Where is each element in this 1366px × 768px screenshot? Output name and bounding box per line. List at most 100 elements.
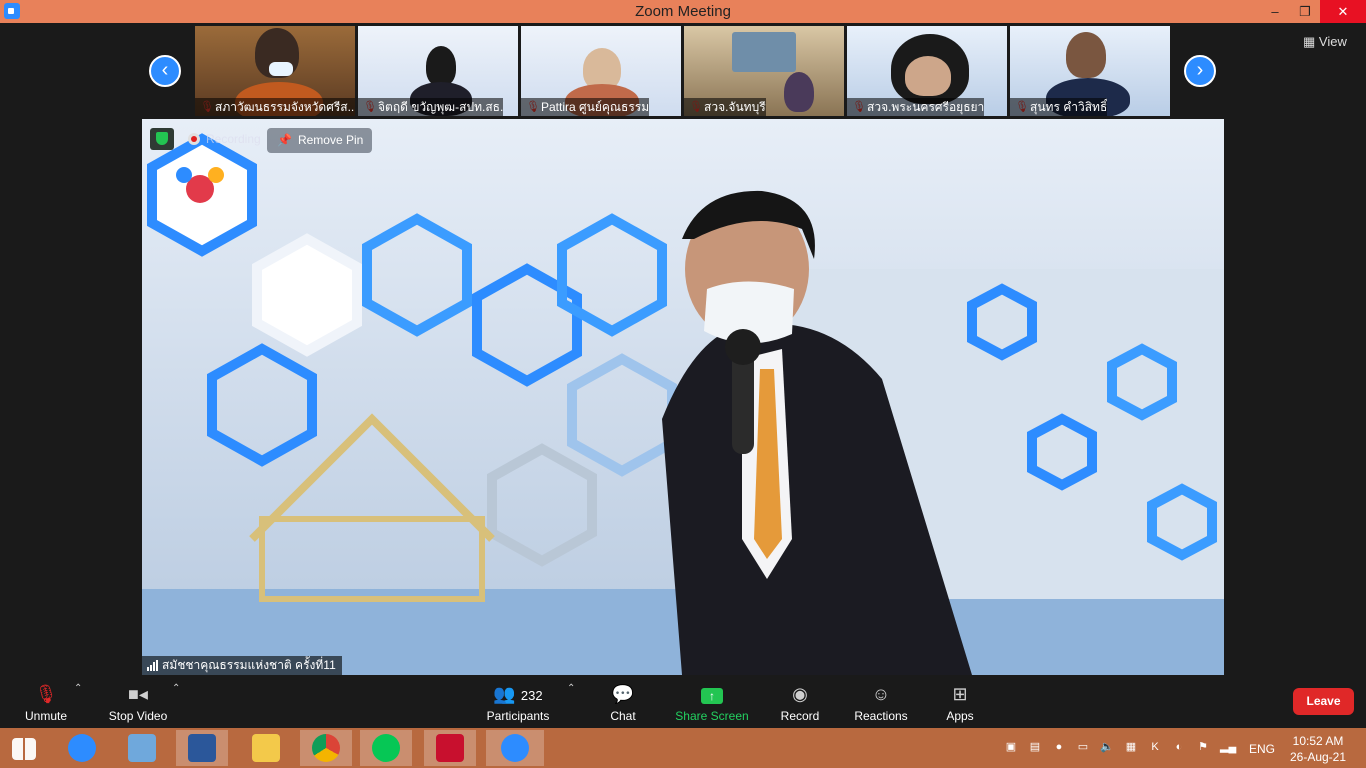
volume-icon[interactable]: 🔈 bbox=[1100, 740, 1114, 754]
clock-time: 10:52 AM bbox=[1292, 734, 1344, 748]
participant-name: Pattira ศูนย์คุณธรรม bbox=[521, 98, 650, 116]
stop-video-label: Stop Video bbox=[108, 709, 168, 723]
security-tray-icon[interactable]: ◐ bbox=[1172, 740, 1186, 754]
participant-name: สวจ.พระนครศรีอยุธยา bbox=[847, 98, 985, 116]
participant-name: สภาวัฒนธรรมจังหวัดศรีส... bbox=[195, 98, 355, 116]
participant-name: สุนทร คำวิสิทธิ์ bbox=[1010, 98, 1108, 116]
unmute-label: Unmute bbox=[24, 709, 68, 723]
participants-icon: 👥 bbox=[493, 684, 516, 704]
input-language[interactable]: ENG bbox=[1249, 742, 1275, 756]
taskbar-internet-explorer[interactable] bbox=[56, 730, 108, 766]
taskbar-chrome[interactable] bbox=[300, 730, 352, 766]
participant-thumbnail[interactable]: 🎙 Pattira ศูนย์คุณธรรม bbox=[521, 26, 681, 116]
tray-monitor-icon[interactable]: ▭ bbox=[1076, 740, 1090, 754]
recording-icon bbox=[188, 133, 200, 145]
audio-options-caret[interactable]: ⌃ bbox=[74, 683, 82, 694]
zoom-tray-icon[interactable]: ▣ bbox=[1004, 740, 1018, 754]
title-bar: Zoom Meeting – ❐ ✕ bbox=[0, 0, 1366, 23]
reactions-button[interactable]: ☺ Reactions bbox=[852, 675, 910, 723]
stop-video-button[interactable]: ■◂ Stop Video bbox=[104, 675, 172, 723]
participant-thumbnail[interactable]: 🎙 สภาวัฒนธรรมจังหวัดศรีส... bbox=[195, 26, 355, 116]
windows-taskbar: ▣ ▤ ● ▭ 🔈 ▦ K ◐ ⚑ ▂▄ bbox=[0, 728, 1366, 768]
zoom-icon bbox=[501, 734, 529, 762]
unmute-button[interactable]: 🎙 Unmute bbox=[18, 675, 74, 723]
remove-pin-label: Remove Pin bbox=[297, 133, 364, 147]
next-page-button[interactable]: › bbox=[1184, 55, 1216, 87]
tray-app-icon[interactable]: ▤ bbox=[1028, 740, 1042, 754]
taskbar-line[interactable] bbox=[360, 730, 412, 766]
participants-button[interactable]: 👥 232 Participants bbox=[484, 675, 552, 723]
kaspersky-icon bbox=[436, 734, 464, 762]
line-icon bbox=[372, 734, 400, 762]
view-button[interactable]: ▦ View bbox=[1303, 34, 1347, 50]
kaspersky-tray-icon[interactable]: K bbox=[1148, 740, 1162, 754]
word-icon bbox=[188, 734, 216, 762]
speaker-name: สมัชชาคุณธรรมแห่งชาติ ครั้งที่11 bbox=[162, 658, 336, 672]
chat-label: Chat bbox=[610, 709, 636, 723]
participant-name: จิตฤดี ขวัญพุฒ-สปท.สธ. bbox=[358, 98, 504, 116]
encryption-shield-icon[interactable] bbox=[150, 128, 174, 150]
clock-date: 26-Aug-21 bbox=[1289, 750, 1347, 764]
video-options-caret[interactable]: ⌃ bbox=[172, 683, 180, 694]
windows-logo-icon bbox=[12, 738, 36, 760]
chevron-right-icon: › bbox=[1196, 59, 1204, 81]
participants-label: Participants bbox=[486, 709, 550, 723]
pin-icon: 📌 bbox=[277, 133, 292, 147]
participant-thumbnail[interactable]: 🎙 สวจ.จันทบุรี bbox=[684, 26, 844, 116]
tray-app-icon-2[interactable]: ▦ bbox=[1124, 740, 1138, 754]
system-clock[interactable]: 10:52 AM 26-Aug-21 bbox=[1288, 733, 1348, 765]
muted-mic-icon: 🎙 bbox=[34, 684, 58, 704]
apps-label: Apps bbox=[946, 709, 974, 723]
window-title: Zoom Meeting bbox=[635, 3, 731, 20]
line-tray-icon[interactable]: ● bbox=[1052, 740, 1066, 754]
internet-explorer-icon bbox=[68, 734, 96, 762]
participant-thumbnail[interactable]: 🎙 สวจ.พระนครศรีอยุธยา bbox=[847, 26, 1007, 116]
taskbar-zoom[interactable] bbox=[486, 730, 544, 766]
start-button[interactable] bbox=[0, 730, 48, 766]
record-label: Record bbox=[780, 709, 820, 723]
close-button[interactable]: ✕ bbox=[1320, 0, 1366, 23]
stage-background bbox=[142, 119, 1224, 675]
participant-video bbox=[426, 46, 456, 86]
action-center-flag-icon[interactable]: ⚑ bbox=[1196, 740, 1210, 754]
reactions-icon: ☺ bbox=[871, 684, 891, 704]
chrome-icon bbox=[312, 734, 340, 762]
face-mask bbox=[269, 62, 293, 76]
record-button[interactable]: ◉ Record bbox=[778, 675, 822, 723]
share-screen-label: Share Screen bbox=[675, 709, 749, 723]
taskbar-word[interactable] bbox=[176, 730, 228, 766]
previous-page-button[interactable]: ‹ bbox=[149, 55, 181, 87]
chevron-left-icon: ‹ bbox=[161, 59, 169, 81]
participant-thumbnail[interactable]: 🎙 จิตฤดี ขวัญพุฒ-สปท.สธ. bbox=[358, 26, 518, 116]
taskbar-kaspersky[interactable] bbox=[424, 730, 476, 766]
maximize-button[interactable]: ❐ bbox=[1290, 0, 1320, 23]
remove-pin-button[interactable]: 📌 Remove Pin bbox=[267, 128, 373, 153]
recording-label: Recording bbox=[206, 132, 261, 146]
chat-button[interactable]: 💬 Chat bbox=[603, 675, 643, 723]
participant-video bbox=[732, 32, 796, 72]
wifi-signal-icon[interactable]: ▂▄ bbox=[1220, 740, 1236, 754]
reactions-label: Reactions bbox=[854, 709, 908, 723]
participants-options-caret[interactable]: ⌃ bbox=[567, 683, 575, 694]
view-button-label: View bbox=[1318, 34, 1347, 49]
participant-thumbnail[interactable]: 🎙 สุนทร คำวิสิทธิ์ bbox=[1010, 26, 1170, 116]
taskbar-control-panel[interactable] bbox=[116, 730, 168, 766]
grid-icon: ▦ bbox=[1303, 34, 1316, 49]
taskbar-file-explorer[interactable] bbox=[240, 730, 292, 766]
participants-count: 232 bbox=[520, 688, 543, 703]
pinned-video bbox=[142, 119, 1224, 675]
participant-video bbox=[1066, 32, 1106, 78]
apps-icon: ⊞ bbox=[952, 684, 968, 704]
meeting-toolbar: 🎙 Unmute ⌃ ■◂ Stop Video ⌃ 👥 232 Partici… bbox=[0, 675, 1366, 728]
leave-button[interactable]: Leave bbox=[1293, 688, 1354, 715]
apps-button[interactable]: ⊞ Apps bbox=[940, 675, 980, 723]
file-explorer-icon bbox=[252, 734, 280, 762]
share-screen-icon: ↑ bbox=[674, 681, 750, 707]
participant-name: สวจ.จันทบุรี bbox=[684, 98, 766, 116]
record-icon: ◉ bbox=[792, 684, 808, 704]
signal-strength-icon bbox=[147, 660, 159, 671]
share-screen-button[interactable]: ↑ Share Screen bbox=[674, 675, 750, 723]
minimize-button[interactable]: – bbox=[1260, 0, 1290, 23]
control-panel-icon bbox=[128, 734, 156, 762]
speaker-name-label: สมัชชาคุณธรรมแห่งชาติ ครั้งที่11 bbox=[142, 656, 342, 675]
